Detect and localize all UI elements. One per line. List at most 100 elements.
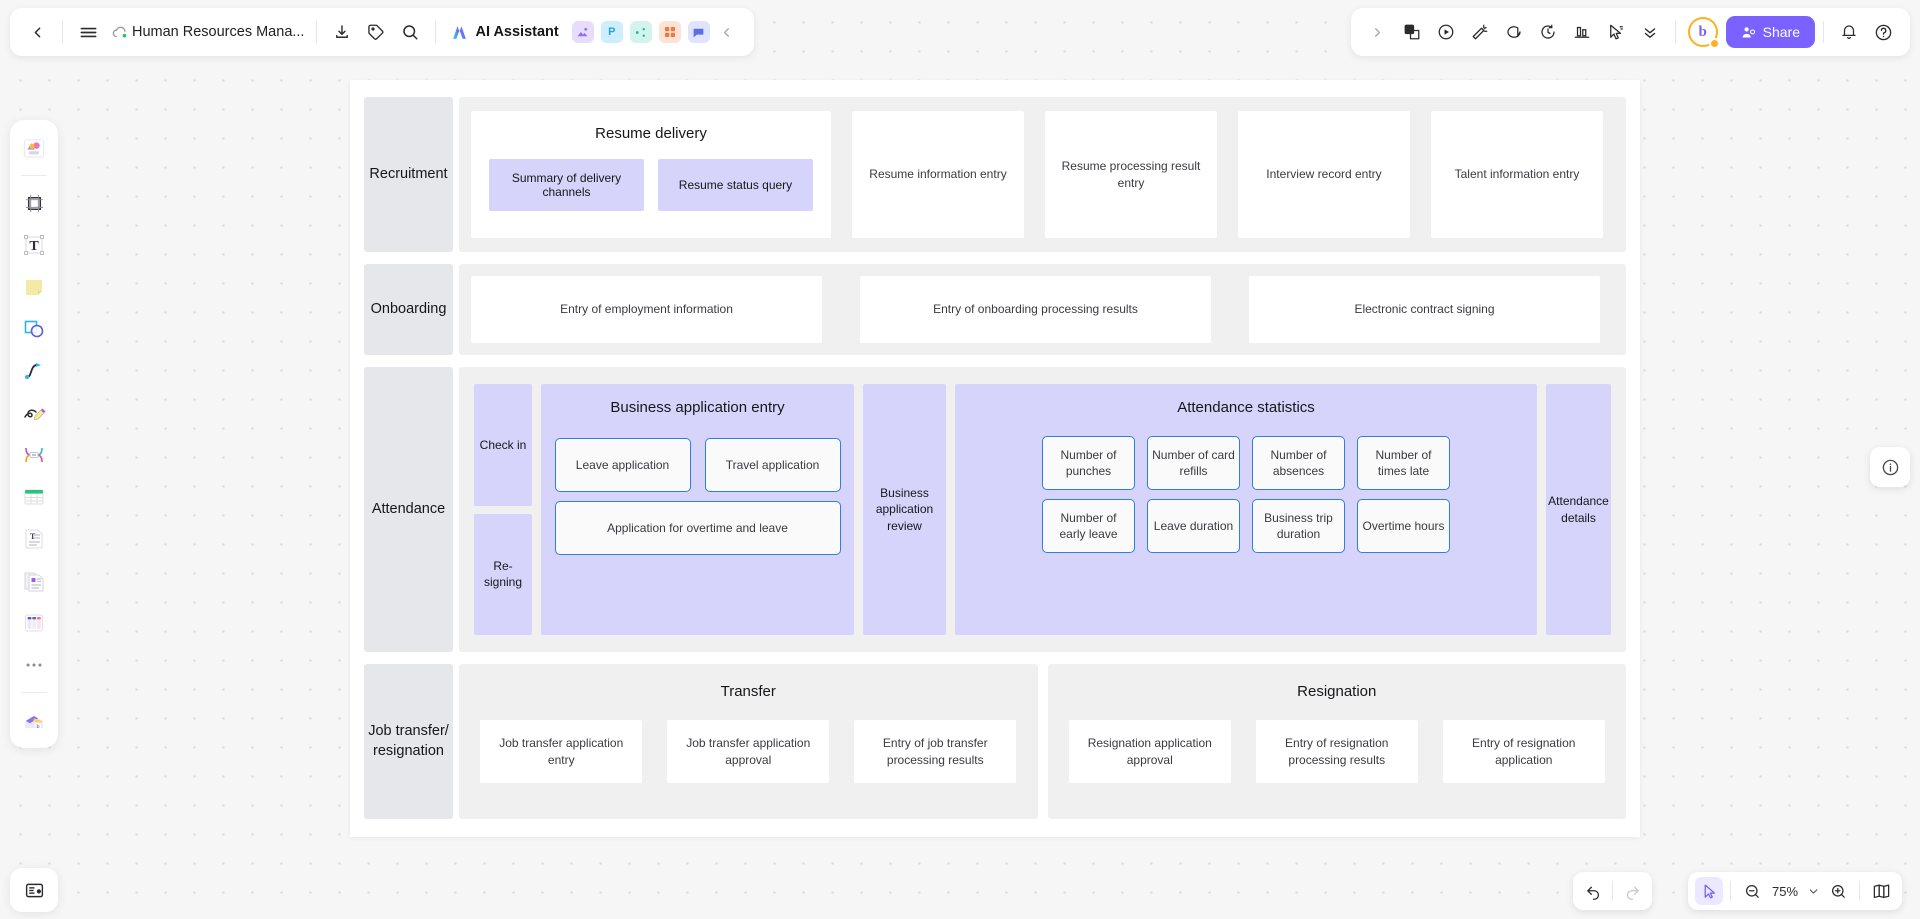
row-body-onboarding: Entry of employment information Entry of… bbox=[459, 264, 1626, 355]
card-entry-of-job-transfer-processing-results[interactable]: Entry of job transfer processing results bbox=[854, 720, 1017, 783]
share-button[interactable]: Share bbox=[1725, 16, 1815, 48]
presentation-mode-tool[interactable] bbox=[10, 868, 58, 912]
card-resume-information-entry[interactable]: Resume information entry bbox=[852, 111, 1024, 238]
more-horizontal-icon bbox=[26, 663, 42, 667]
redo-icon[interactable] bbox=[1618, 877, 1646, 905]
card-entry-of-employment-information[interactable]: Entry of employment information bbox=[471, 276, 822, 343]
help-circle-icon[interactable] bbox=[1866, 15, 1900, 49]
panel-resignation[interactable]: Resignation Resignation application appr… bbox=[1047, 664, 1626, 819]
card-number-of-times-late[interactable]: Number of times late bbox=[1357, 436, 1450, 490]
card-application-for-overtime-and-leave[interactable]: Application for overtime and leave bbox=[554, 501, 841, 555]
col-attendance-details[interactable]: Attendance details bbox=[1546, 384, 1611, 635]
chip-resume-status-query[interactable]: Resume status query bbox=[658, 159, 813, 211]
diagram-board[interactable]: Recruitment Resume delivery Summary of d… bbox=[350, 80, 1640, 837]
card-entry-of-resignation-application[interactable]: Entry of resignation application bbox=[1442, 720, 1605, 783]
kanban-tool[interactable] bbox=[14, 603, 54, 643]
info-circle-icon[interactable] bbox=[1870, 447, 1910, 487]
undo-icon[interactable] bbox=[1579, 877, 1607, 905]
card-travel-application[interactable]: Travel application bbox=[704, 438, 841, 492]
divider bbox=[435, 21, 437, 43]
ai-assistant-button[interactable]: AI Assistant bbox=[444, 23, 564, 42]
shapes-library-tool[interactable] bbox=[14, 128, 54, 168]
shape-tool[interactable] bbox=[14, 309, 54, 349]
expand-toolbar-button[interactable] bbox=[1361, 15, 1395, 49]
pen-tool[interactable] bbox=[14, 393, 54, 433]
chevron-double-down-icon[interactable] bbox=[1633, 15, 1667, 49]
card-talent-information-entry[interactable]: Talent information entry bbox=[1431, 111, 1603, 238]
comment-icon[interactable] bbox=[1497, 15, 1531, 49]
card-number-of-early-leave[interactable]: Number of early leave bbox=[1042, 499, 1135, 553]
divider bbox=[21, 692, 47, 693]
text-block-tool[interactable]: T bbox=[14, 519, 54, 559]
frame-tool[interactable] bbox=[14, 183, 54, 223]
panel-title: Resignation bbox=[1297, 683, 1377, 700]
history-icon[interactable] bbox=[1531, 15, 1565, 49]
collapse-toolbar-button[interactable] bbox=[710, 15, 744, 49]
tag-icon[interactable] bbox=[359, 15, 393, 49]
text-icon: T bbox=[24, 235, 44, 255]
connector-icon bbox=[25, 363, 41, 379]
panel-attendance-statistics[interactable]: Attendance statistics Number of punches … bbox=[955, 384, 1537, 635]
card-job-transfer-application-entry[interactable]: Job transfer application entry bbox=[480, 720, 643, 783]
col-re-signing[interactable]: Re-signing bbox=[474, 513, 532, 635]
card-overtime-hours[interactable]: Overtime hours bbox=[1357, 499, 1450, 553]
table-tool[interactable] bbox=[14, 477, 54, 517]
card-interview-record-entry[interactable]: Interview record entry bbox=[1238, 111, 1410, 238]
minimap-icon[interactable] bbox=[1867, 877, 1895, 905]
mindmap-app-icon[interactable] bbox=[629, 21, 652, 43]
top-toolbar-right: b Share bbox=[1350, 8, 1910, 56]
panel-business-application-entry[interactable]: Business application entry Leave applica… bbox=[541, 384, 854, 635]
card-resignation-application-approval[interactable]: Resignation application approval bbox=[1068, 720, 1231, 783]
card-job-transfer-application-approval[interactable]: Job transfer application approval bbox=[667, 720, 830, 783]
sticky-note-tool[interactable] bbox=[14, 267, 54, 307]
diagram-row-attendance: Attendance Check in Re-signing Business … bbox=[364, 367, 1626, 652]
cursor-select-icon[interactable] bbox=[1695, 877, 1723, 905]
panel-transfer[interactable]: Transfer Job transfer application entry … bbox=[459, 664, 1038, 819]
group-resume-delivery[interactable]: Resume delivery Summary of delivery chan… bbox=[471, 111, 831, 238]
grid-app-icon[interactable] bbox=[658, 21, 681, 43]
mindmap-tool[interactable] bbox=[14, 435, 54, 475]
shapes-library-icon bbox=[23, 139, 45, 158]
text-tool[interactable]: T bbox=[14, 225, 54, 265]
col-business-application-review[interactable]: Business application review bbox=[863, 384, 946, 635]
card-business-trip-duration[interactable]: Business trip duration bbox=[1252, 499, 1345, 553]
search-icon[interactable] bbox=[393, 15, 427, 49]
notification-bell-icon[interactable] bbox=[1832, 15, 1866, 49]
image-app-icon[interactable] bbox=[571, 21, 594, 43]
chat-app-icon[interactable] bbox=[687, 21, 710, 43]
hamburger-menu-icon[interactable] bbox=[71, 15, 105, 49]
download-icon[interactable] bbox=[325, 15, 359, 49]
canvas-stage[interactable]: Human Resources Mana... AI Assistant P b… bbox=[0, 0, 1920, 919]
chip-summary-of-delivery-channels[interactable]: Summary of delivery channels bbox=[489, 159, 644, 211]
stats-icon[interactable] bbox=[1565, 15, 1599, 49]
document-tool[interactable] bbox=[14, 561, 54, 601]
card-number-of-absences[interactable]: Number of absences bbox=[1252, 436, 1345, 490]
back-button[interactable] bbox=[20, 15, 54, 49]
zoom-out-icon[interactable] bbox=[1738, 877, 1766, 905]
zoom-in-icon[interactable] bbox=[1824, 877, 1852, 905]
svg-text:T: T bbox=[30, 532, 36, 541]
ai-generate-tool[interactable]: b bbox=[14, 700, 54, 740]
card-leave-application[interactable]: Leave application bbox=[554, 438, 691, 492]
card-leave-duration[interactable]: Leave duration bbox=[1147, 499, 1240, 553]
document-title[interactable]: Human Resources Mana... bbox=[132, 24, 304, 40]
connector-tool[interactable] bbox=[14, 351, 54, 391]
play-circle-icon[interactable] bbox=[1429, 15, 1463, 49]
more-tools[interactable] bbox=[14, 645, 54, 685]
card-entry-of-resignation-processing-results[interactable]: Entry of resignation processing results bbox=[1255, 720, 1418, 783]
cursor-share-icon[interactable] bbox=[1599, 15, 1633, 49]
row-body-job-transfer-resignation: Transfer Job transfer application entry … bbox=[459, 664, 1626, 819]
diagram-row-job-transfer-resignation: Job transfer/ resignation Transfer Job t… bbox=[364, 664, 1626, 819]
presentation-app-icon[interactable]: P bbox=[600, 21, 623, 43]
announce-icon[interactable] bbox=[1463, 15, 1497, 49]
card-number-of-punches[interactable]: Number of punches bbox=[1042, 436, 1135, 490]
chevron-down-icon[interactable] bbox=[1804, 877, 1822, 905]
avatar[interactable]: b bbox=[1687, 17, 1720, 49]
card-resume-processing-result-entry[interactable]: Resume processing result entry bbox=[1045, 111, 1217, 238]
template-icon[interactable] bbox=[1395, 15, 1429, 49]
zoom-level-value[interactable]: 75% bbox=[1768, 884, 1802, 899]
card-number-of-card-refills[interactable]: Number of card refills bbox=[1147, 436, 1240, 490]
card-electronic-contract-signing[interactable]: Electronic contract signing bbox=[1249, 276, 1600, 343]
col-check-in[interactable]: Check in bbox=[474, 384, 532, 506]
card-entry-of-onboarding-processing-results[interactable]: Entry of onboarding processing results bbox=[860, 276, 1211, 343]
